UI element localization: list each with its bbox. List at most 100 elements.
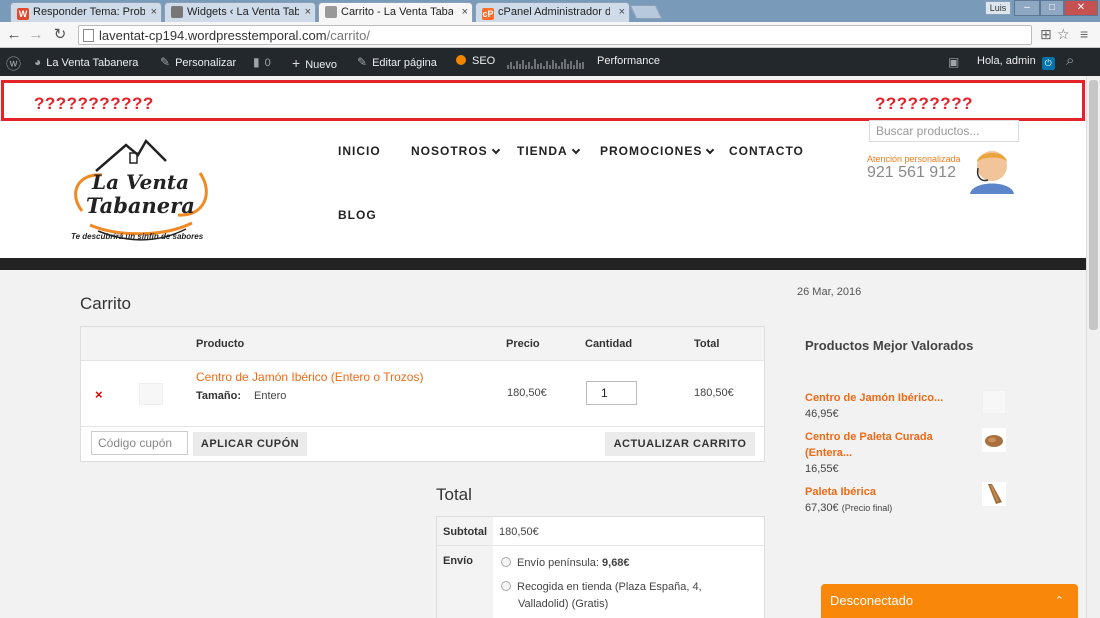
update-cart-button[interactable]: ACTUALIZAR CARRITO: [605, 432, 755, 456]
redacted-top-bar: ??????????? ?????????: [1, 80, 1085, 121]
tab-label: cPanel Administrador de c: [498, 6, 610, 18]
product-thumbnail[interactable]: [139, 383, 163, 405]
browser-tab-carrito[interactable]: Carrito - La Venta Tabane ×: [318, 2, 473, 22]
address-bar[interactable]: laventat-cp194.wordpresstemporal.com/car…: [78, 25, 1032, 45]
forward-icon[interactable]: →: [27, 26, 45, 44]
bookmark-star-icon[interactable]: ☆: [1057, 26, 1070, 43]
redacted-text-left: ???????????: [34, 94, 154, 113]
profile-badge[interactable]: Luis: [985, 1, 1011, 15]
sidebar-product-thumbnail[interactable]: [982, 428, 1006, 452]
performance-sparkline-icon: [507, 59, 584, 69]
power-icon: ⏻: [1041, 57, 1055, 70]
chevron-down-icon: [491, 145, 500, 155]
chevron-up-icon[interactable]: ⌃: [1055, 594, 1064, 607]
sidebar-product-thumbnail[interactable]: [982, 482, 1006, 506]
shipping-option-pickup[interactable]: Recogida en tienda (Plaza España, 4, Val…: [501, 579, 702, 613]
item-total: 180,50€: [694, 387, 734, 399]
admin-site-name: La Venta Tabanera: [46, 57, 139, 69]
admin-site-link[interactable]: ◕ La Venta Tabanera: [34, 55, 138, 69]
chat-status: Desconectado: [830, 593, 914, 608]
nav-nosotros[interactable]: NOSOTROS: [411, 144, 500, 158]
radio-icon[interactable]: [501, 581, 511, 591]
admin-new-link[interactable]: + Nuevo: [292, 55, 337, 71]
admin-customize-link[interactable]: ✎ Personalizar: [160, 55, 236, 69]
sidebar-product-thumbnail[interactable]: [982, 390, 1006, 414]
quantity-input[interactable]: 1: [586, 381, 637, 405]
support-label: Atención personalizada: [867, 154, 961, 164]
minimize-button[interactable]: –: [1014, 0, 1040, 16]
support-phone: 921 561 912: [867, 164, 956, 181]
shipping-option-peninsula[interactable]: Envío península: 9,68€: [501, 557, 630, 569]
admin-greeting: Hola, admin: [977, 55, 1036, 67]
logo-line1: La Venta: [91, 170, 189, 194]
sidebar-product-3[interactable]: Paleta Ibérica 67,30€ (Precio final): [805, 484, 975, 516]
cart-table: Producto Precio Cantidad Total × Centro …: [80, 326, 765, 462]
browser-tab-strip: W Responder Tema: Problem × Widgets ‹ La …: [0, 0, 1100, 22]
tab-close-icon[interactable]: ×: [151, 6, 157, 18]
dashboard-icon: ◕: [34, 55, 42, 69]
tab-label: Responder Tema: Problem: [33, 6, 145, 18]
nav-promociones[interactable]: PROMOCIONES: [600, 144, 715, 158]
browser-tab-responder[interactable]: W Responder Tema: Problem ×: [10, 2, 162, 22]
sidebar-product-2[interactable]: Centro de Paleta Curada (Entera... 16,55…: [805, 429, 975, 477]
nav-label: NOSOTROS: [411, 144, 488, 158]
admin-seo-link[interactable]: SEO: [456, 55, 495, 67]
product-search-input[interactable]: Buscar productos...: [869, 120, 1019, 142]
nav-inicio[interactable]: INICIO: [338, 144, 381, 158]
chat-widget[interactable]: Desconectado ⌃: [821, 584, 1078, 618]
back-icon[interactable]: ←: [5, 26, 23, 44]
seo-status-icon: [456, 55, 466, 65]
translate-icon[interactable]: ⊞: [1040, 26, 1052, 43]
close-window-button[interactable]: ✕: [1064, 0, 1098, 16]
tab-close-icon[interactable]: ×: [462, 6, 468, 18]
cart-product-link[interactable]: Centro de Jamón Ibérico (Entero o Trozos…: [196, 370, 423, 384]
admin-comments-link[interactable]: ▮ 0: [253, 55, 271, 69]
new-tab-button[interactable]: [629, 5, 663, 19]
sidebar-product-name-cont[interactable]: (Entera...: [805, 445, 975, 461]
nav-label: BLOG: [338, 208, 377, 222]
subtotal-value: 180,50€: [499, 526, 539, 538]
sidebar-product-1[interactable]: Centro de Jamón Ibérico... 46,95€: [805, 390, 975, 422]
widget-title: Productos Mejor Valorados: [805, 338, 974, 353]
admin-account-menu[interactable]: Hola, admin ⏻: [977, 55, 1055, 70]
chevron-down-icon: [706, 145, 715, 155]
browser-tab-widgets[interactable]: Widgets ‹ La Venta Taban ×: [164, 2, 316, 22]
tab-close-icon[interactable]: ×: [305, 6, 311, 18]
variation-label: Tamaño:: [196, 390, 242, 402]
browser-tab-cpanel[interactable]: cP cPanel Administrador de c ×: [475, 2, 630, 22]
coupon-input[interactable]: Código cupón: [91, 431, 188, 455]
apply-coupon-button[interactable]: APLICAR CUPÓN: [193, 432, 307, 456]
nav-tienda[interactable]: TIENDA: [517, 144, 580, 158]
admin-performance-link[interactable]: Performance: [597, 55, 660, 67]
wp-admin-bar: ⓦ ◕ La Venta Tabanera ✎ Personalizar ▮ 0 + N…: [0, 48, 1100, 76]
support-agent-avatar: [970, 151, 1014, 194]
sidebar-product-price: 46,95€: [805, 408, 839, 420]
shipping-label: Envío: [437, 546, 493, 618]
maximize-button[interactable]: □: [1040, 0, 1064, 16]
wordpress-logo-icon[interactable]: ⓦ: [6, 53, 21, 74]
nav-blog[interactable]: BLOG: [338, 208, 377, 222]
scrollbar-thumb[interactable]: [1089, 80, 1098, 330]
nav-label: CONTACTO: [729, 144, 804, 158]
tab-favicon: [171, 6, 183, 18]
reload-icon[interactable]: ↻: [51, 26, 69, 44]
tab-favicon: [325, 6, 337, 18]
admin-customize-label: Personalizar: [175, 57, 237, 69]
admin-screen-icon[interactable]: ▣: [948, 55, 964, 69]
tab-close-icon[interactable]: ×: [619, 6, 625, 18]
sidebar-product-name[interactable]: Centro de Paleta Curada: [805, 429, 975, 445]
browser-toolbar: ← → ↻ laventat-cp194.wordpresstemporal.c…: [0, 22, 1100, 48]
chrome-menu-icon[interactable]: ≡: [1080, 26, 1088, 42]
brush-icon: ✎: [160, 55, 171, 69]
admin-search-icon[interactable]: ⌕: [1066, 52, 1074, 69]
sidebar-product-name[interactable]: Paleta Ibérica: [805, 484, 975, 500]
redacted-text-right: ?????????: [875, 94, 973, 113]
sidebar-product-name[interactable]: Centro de Jamón Ibérico...: [805, 390, 975, 406]
nav-contacto[interactable]: CONTACTO: [729, 144, 804, 158]
radio-icon[interactable]: [501, 557, 511, 567]
column-total: Total: [694, 338, 720, 350]
nav-label: INICIO: [338, 144, 381, 158]
admin-edit-page-link[interactable]: ✎ Editar página: [357, 55, 437, 69]
remove-item-icon[interactable]: ×: [95, 387, 103, 402]
site-logo[interactable]: La Venta Tabanera: [68, 133, 214, 245]
